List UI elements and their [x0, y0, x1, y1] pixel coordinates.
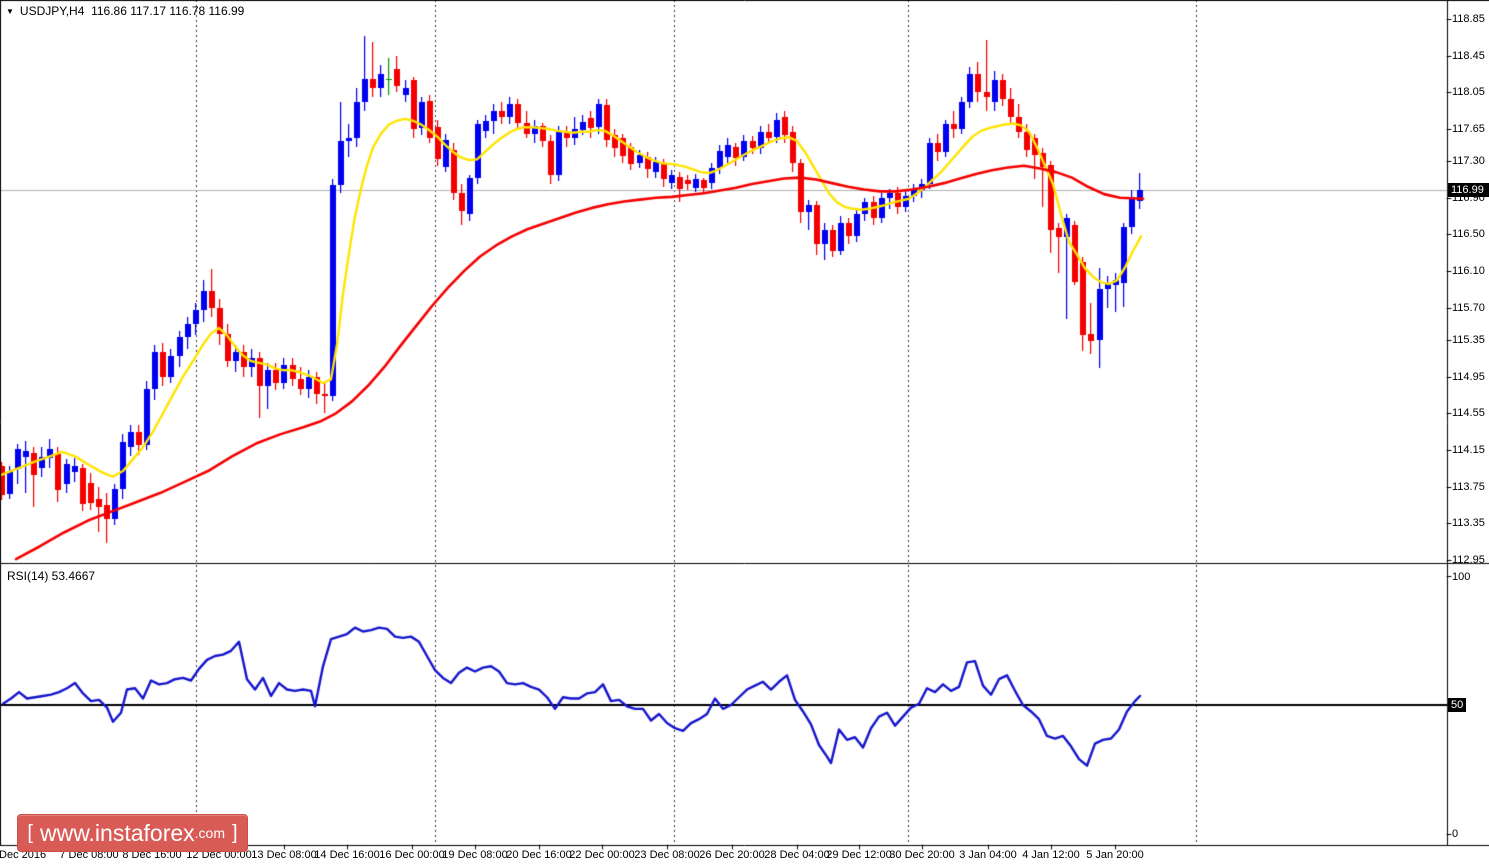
price-tick-label: 117.30 — [1452, 155, 1485, 167]
rsi-indicator-label: RSI(14) 53.4667 — [7, 569, 96, 583]
rsi-50-tag: 50 — [1448, 698, 1467, 712]
logo-bracket-left: [ — [27, 821, 33, 844]
time-tick-label: 5 Jan 20:00 — [1086, 849, 1144, 861]
ohlc-values: 116.86 117.17 116.78 116.99 — [91, 4, 245, 18]
logo-suffix: .com — [194, 825, 225, 841]
rsi-0-label: 0 — [1452, 828, 1459, 840]
time-tick-label: 22 Dec 00:00 — [569, 849, 635, 861]
time-tick-label: 14 Dec 16:00 — [314, 849, 380, 861]
instaforex-logo: [ www.instaforex .com] — [17, 814, 248, 852]
price-tick-label: 118.85 — [1452, 13, 1485, 25]
time-tick-label: 13 Dec 08:00 — [251, 849, 317, 861]
time-tick-label: 3 Jan 04:00 — [959, 849, 1017, 861]
time-tick-label: 30 Dec 20:00 — [889, 849, 955, 861]
price-chart-canvas[interactable] — [0, 0, 1489, 867]
time-tick-label: 19 Dec 08:00 — [442, 849, 508, 861]
time-tick-label: 23 Dec 08:00 — [634, 849, 700, 861]
time-tick-label: 26 Dec 20:00 — [699, 849, 765, 861]
rsi-100-label: 100 — [1452, 571, 1471, 583]
price-tick-label: 115.70 — [1452, 302, 1485, 314]
logo-bracket-right: ] — [232, 821, 238, 844]
symbol-label: USDJPY,H4 — [19, 4, 85, 18]
current-price-tag: 116.99 — [1448, 183, 1489, 197]
price-tick-label: 116.50 — [1452, 228, 1485, 240]
logo-text: www.instaforex — [39, 819, 195, 846]
price-tick-label: 117.65 — [1452, 123, 1485, 135]
price-tick-label: 114.95 — [1452, 371, 1485, 383]
chart-window: ▼ USDJPY,H4 116.86 117.17 116.78 116.99 R… — [0, 0, 1489, 867]
price-tick-label: 113.35 — [1452, 517, 1485, 529]
price-tick-label: 114.55 — [1452, 407, 1485, 419]
chart-title: ▼ USDJPY,H4 116.86 117.17 116.78 116.99 — [6, 4, 244, 18]
time-tick-label: 29 Dec 12:00 — [826, 849, 892, 861]
symbol-dropdown-icon[interactable]: ▼ — [6, 7, 14, 16]
price-tick-label: 112.95 — [1452, 554, 1485, 566]
time-tick-label: 28 Dec 04:00 — [764, 849, 830, 861]
price-tick-label: 115.35 — [1452, 334, 1485, 346]
price-tick-label: 113.75 — [1452, 481, 1485, 493]
price-tick-label: 118.45 — [1452, 50, 1485, 62]
price-tick-label: 116.10 — [1452, 265, 1485, 277]
time-tick-label: 20 Dec 16:00 — [506, 849, 572, 861]
time-tick-label: 4 Jan 12:00 — [1022, 849, 1080, 861]
price-tick-label: 118.05 — [1452, 86, 1485, 98]
price-tick-label: 114.15 — [1452, 444, 1485, 456]
time-tick-label: 16 Dec 00:00 — [379, 849, 445, 861]
